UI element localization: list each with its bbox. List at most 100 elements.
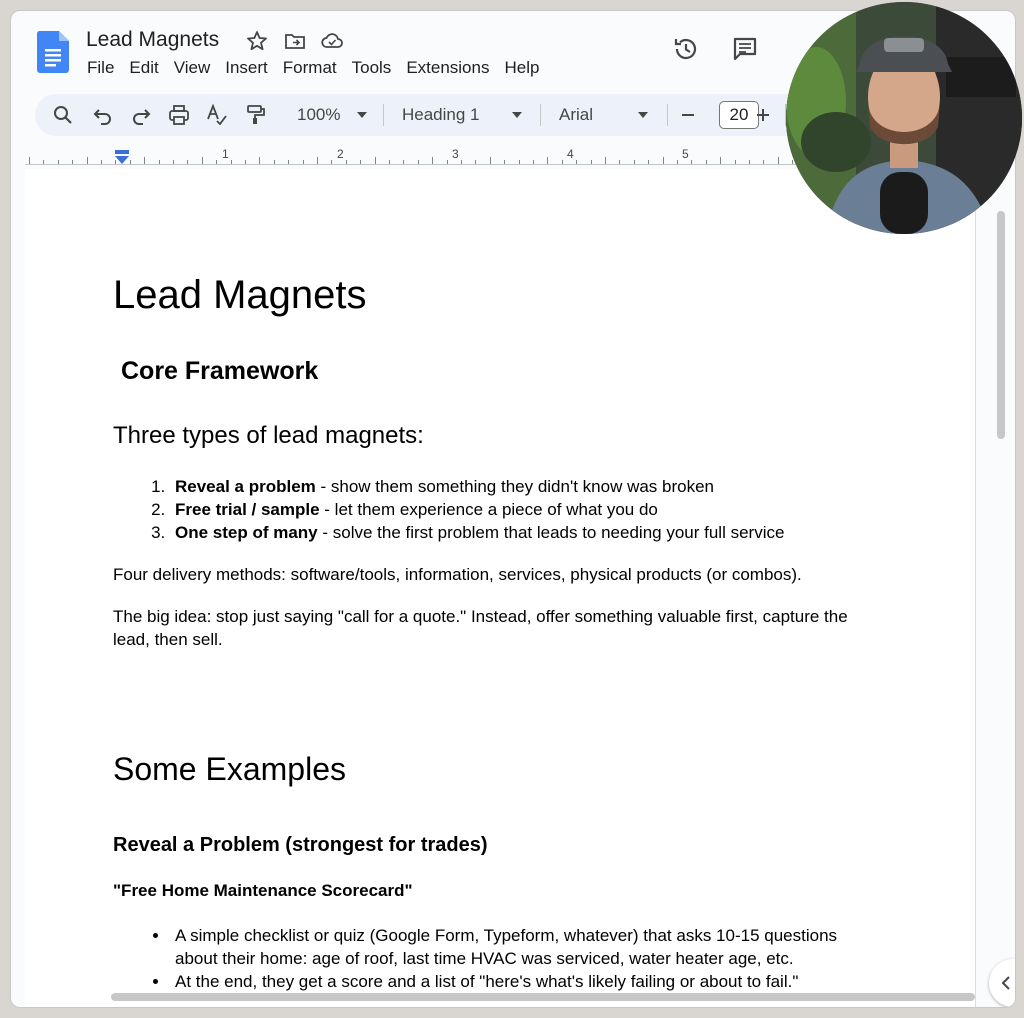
toolbar-divider (540, 104, 541, 126)
document-page[interactable]: Lead Magnets Core Framework Three types … (25, 169, 976, 1007)
version-history-icon[interactable] (672, 35, 700, 63)
decrease-font-size-icon[interactable] (676, 103, 700, 127)
heading-scorecard: "Free Home Maintenance Scorecard" (113, 881, 413, 900)
comments-icon[interactable] (731, 35, 759, 63)
zoom-caret-icon[interactable] (357, 112, 367, 118)
ruler-tick (403, 160, 405, 164)
ruler-tick (129, 160, 131, 164)
list-item-bold: Reveal a problem (175, 477, 316, 496)
list-item: Free trial / sample - let them experienc… (170, 498, 784, 521)
ruler-tick (518, 160, 520, 164)
ruler-tick (763, 160, 765, 164)
ruler-number: 2 (337, 147, 344, 161)
menu-extensions[interactable]: Extensions (406, 58, 489, 78)
star-icon[interactable] (245, 29, 269, 53)
menu-format[interactable]: Format (283, 58, 337, 78)
search-menus-icon[interactable] (51, 103, 75, 127)
webcam-overlay (786, 2, 1022, 234)
ruler-tick (677, 160, 678, 164)
ruler-tick (461, 160, 462, 164)
paragraph-big-idea: The big idea: stop just saying "call for… (113, 607, 848, 649)
ruler-tick (259, 157, 261, 164)
redo-icon[interactable] (129, 103, 153, 127)
side-panel-toggle[interactable] (989, 959, 1015, 1007)
list-item: At the end, they get a score and a list … (170, 970, 870, 993)
types-list: Reveal a problem - show them something t… (113, 475, 784, 544)
paragraph-style-select[interactable]: Heading 1 (402, 105, 480, 125)
ruler-tick (331, 160, 333, 164)
menu-tools[interactable]: Tools (352, 58, 392, 78)
paragraph-delivery-methods: Four delivery methods: software/tools, i… (113, 565, 802, 584)
ruler-tick (187, 160, 189, 164)
ruler-tick (101, 160, 102, 164)
increase-font-size-icon[interactable] (751, 103, 775, 127)
style-caret-icon[interactable] (512, 112, 522, 118)
ruler-tick (245, 160, 246, 164)
heading-title: Lead Magnets (113, 273, 367, 317)
ruler-tick (43, 160, 45, 164)
google-docs-logo-icon[interactable] (37, 31, 69, 73)
ruler-tick (216, 160, 218, 164)
ruler-tick (619, 160, 621, 164)
ruler-tick (173, 160, 174, 164)
toolbar-divider (667, 104, 668, 126)
ruler-tick (389, 160, 390, 164)
ruler-tick (662, 157, 664, 164)
ruler-tick (360, 160, 362, 164)
menu-edit[interactable]: Edit (129, 58, 158, 78)
toolbar-divider (383, 104, 384, 126)
move-folder-icon[interactable] (283, 29, 307, 53)
ruler-tick (777, 157, 779, 164)
ruler-tick (504, 160, 506, 164)
document-title[interactable]: Lead Magnets (86, 28, 219, 52)
heading-three-types: Three types of lead magnets: (113, 422, 424, 449)
zoom-select[interactable]: 100% (297, 105, 340, 125)
list-item: Reveal a problem - show them something t… (170, 475, 784, 498)
list-item: A simple checklist or quiz (Google Form,… (170, 924, 870, 970)
indent-marker-icon[interactable] (115, 150, 129, 164)
horizontal-scrollbar-thumb[interactable] (111, 993, 975, 1001)
ruler-tick (446, 160, 448, 164)
ruler-tick (691, 160, 693, 164)
ruler-tick (144, 157, 146, 164)
ruler-tick (561, 160, 563, 164)
ruler-tick (288, 160, 290, 164)
font-select[interactable]: Arial (559, 105, 593, 125)
ruler-number: 4 (567, 147, 574, 161)
cloud-saved-icon[interactable] (320, 29, 344, 53)
print-icon[interactable] (167, 103, 191, 127)
ruler-tick (273, 160, 275, 164)
vertical-scrollbar-thumb[interactable] (997, 211, 1005, 439)
list-item-text: - show them something they didn't know w… (315, 477, 715, 496)
ruler-tick (432, 157, 434, 164)
menu-insert[interactable]: Insert (225, 58, 268, 78)
menu-help[interactable]: Help (504, 58, 539, 78)
ruler-tick (302, 160, 304, 164)
ruler-tick (317, 157, 318, 164)
ruler-tick (475, 160, 477, 164)
ruler-tick (86, 157, 88, 164)
ruler-tick (374, 157, 376, 164)
menu-file[interactable]: File (87, 58, 114, 78)
ruler-number: 1 (222, 147, 229, 161)
undo-icon[interactable] (91, 103, 115, 127)
ruler-tick (734, 160, 736, 164)
ruler-tick (605, 157, 606, 164)
heading-some-examples: Some Examples (113, 751, 346, 787)
list-item: One step of many - solve the first probl… (170, 521, 784, 544)
ruler-tick (720, 157, 722, 164)
ruler-tick (533, 160, 534, 164)
spelling-grammar-icon[interactable] (205, 103, 229, 127)
font-caret-icon[interactable] (638, 112, 648, 118)
ruler-tick (705, 160, 707, 164)
ruler-tick (29, 157, 30, 164)
menu-view[interactable]: View (174, 58, 211, 78)
heading-reveal-problem: Reveal a Problem (strongest for trades) (113, 834, 488, 856)
ruler-tick (648, 160, 650, 164)
ruler-tick (417, 160, 419, 164)
list-item-bold: One step of many (175, 523, 318, 542)
list-item-text: - let them experience a piece of what yo… (319, 500, 658, 519)
paint-format-icon[interactable] (243, 103, 267, 127)
webcam-person-image (786, 2, 1022, 234)
chevron-left-icon (1001, 976, 1010, 990)
